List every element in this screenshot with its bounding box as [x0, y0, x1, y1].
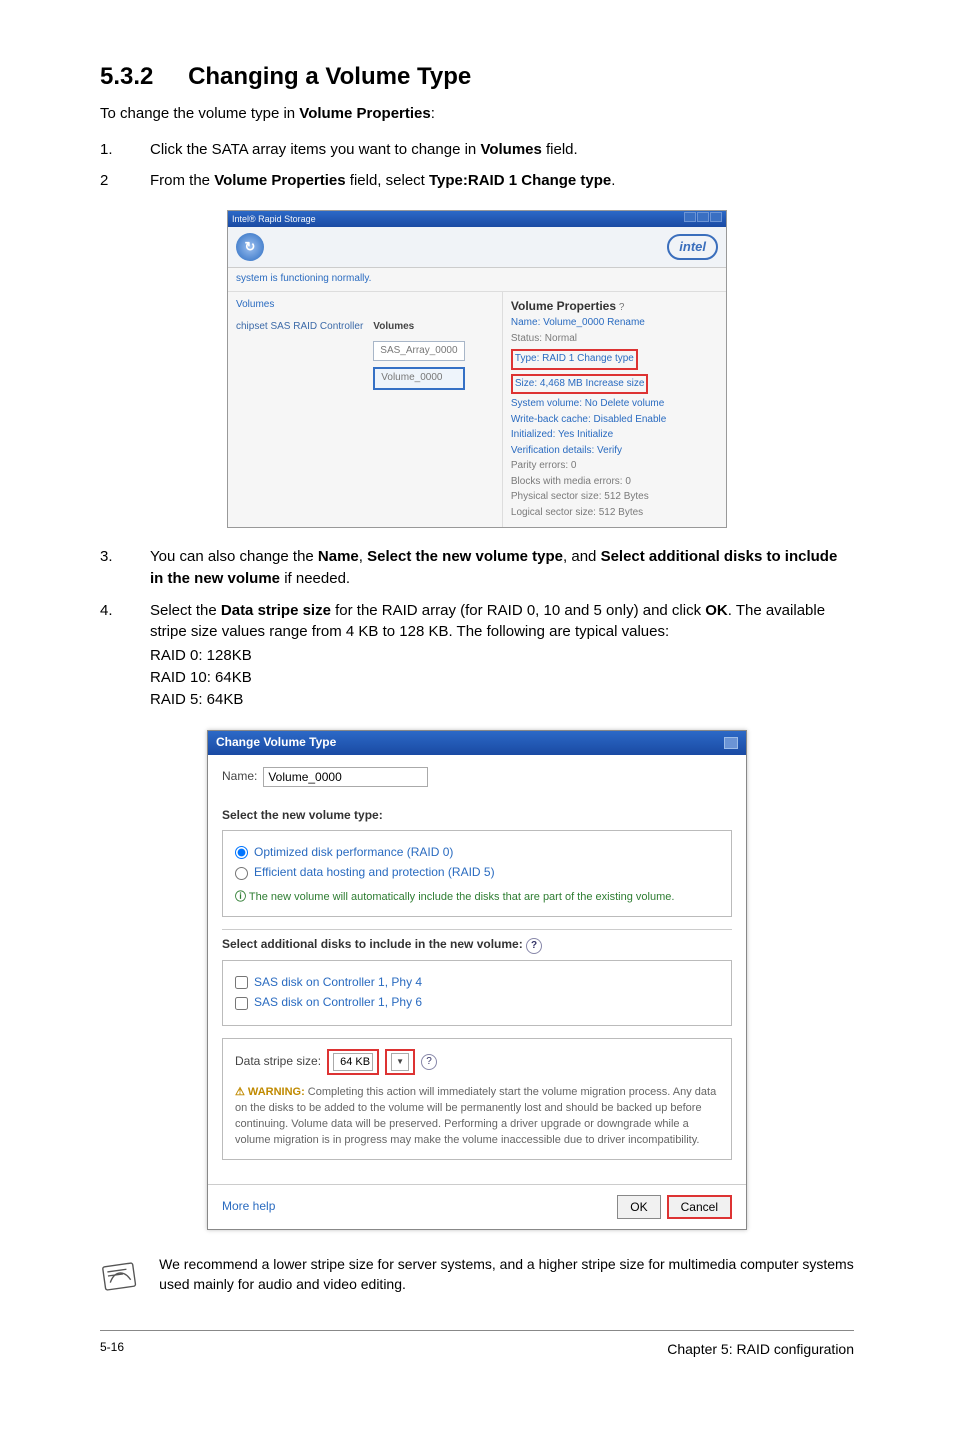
disk2-checkbox[interactable]	[235, 997, 248, 1010]
disk1-label: SAS disk on Controller 1, Phy 4	[254, 974, 422, 991]
controller-label: chipset SAS RAID Controller	[236, 320, 363, 390]
change-volume-type-dialog: Change Volume Type Name: Select the new …	[207, 730, 747, 1229]
more-help-link[interactable]: More help	[222, 1198, 275, 1215]
intro-text: To change the volume type in Volume Prop…	[100, 103, 854, 125]
prop-verification[interactable]: Verification details: Verify	[511, 445, 622, 456]
app-logo-icon: ↻	[236, 233, 264, 261]
chapter-label: Chapter 5: RAID configuration	[667, 1339, 854, 1359]
array-item[interactable]: SAS_Array_0000	[373, 341, 464, 362]
intel-logo: intel	[667, 234, 718, 261]
typical-raid5: RAID 5: 64KB	[150, 689, 854, 711]
typical-raid10: RAID 10: 64KB	[150, 667, 854, 689]
stripe-dropdown-button[interactable]: ▼	[391, 1053, 409, 1071]
info-icon: ⓘ	[235, 891, 246, 903]
stripe-label: Data stripe size:	[235, 1053, 321, 1070]
disk2-label: SAS disk on Controller 1, Phy 6	[254, 994, 422, 1011]
close-icon[interactable]	[724, 737, 738, 749]
disk1-checkbox[interactable]	[235, 976, 248, 989]
volume-item-selected[interactable]: Volume_0000	[373, 367, 464, 390]
prop-blocks: Blocks with media errors: 0	[511, 475, 718, 490]
warning-text: ⚠ WARNING: Completing this action will i…	[235, 1085, 719, 1149]
recommendation-note: We recommend a lower stripe size for ser…	[100, 1254, 854, 1300]
volume-properties-screenshot: Intel® Rapid Storage ↻ intel system is f…	[227, 210, 727, 528]
section-number: 5.3.2	[100, 63, 153, 90]
name-label: Name:	[222, 768, 257, 785]
prop-parity: Parity errors: 0	[511, 459, 718, 474]
help-icon[interactable]: ?	[526, 938, 542, 954]
step-3: 3. You can also change the Name, Select …	[100, 546, 854, 590]
typical-raid0: RAID 0: 128KB	[150, 645, 854, 667]
type-hint: The new volume will automatically includ…	[249, 891, 675, 903]
prop-size[interactable]: Size: 4,468 MB Increase size	[515, 378, 645, 389]
section-title: Changing a Volume Type	[188, 63, 471, 90]
help-icon[interactable]: ?	[619, 302, 625, 313]
stripe-size-input[interactable]	[333, 1053, 373, 1071]
prop-status: Status: Normal	[511, 332, 718, 347]
window-controls[interactable]	[683, 212, 722, 226]
note-text: We recommend a lower stripe size for ser…	[159, 1254, 854, 1295]
page-number: 5-16	[100, 1339, 124, 1359]
cancel-button[interactable]: Cancel	[667, 1195, 732, 1219]
note-icon	[97, 1251, 144, 1302]
raid5-label: Efficient data hosting and protection (R…	[254, 864, 495, 881]
window-title: Intel® Rapid Storage	[232, 213, 316, 226]
raid0-radio[interactable]	[235, 846, 248, 859]
section-heading: 5.3.2 Changing a Volume Type	[100, 60, 854, 95]
prop-logical-sector: Logical sector size: 512 Bytes	[511, 506, 718, 521]
prop-type-change[interactable]: Type: RAID 1 Change type	[515, 353, 634, 364]
volume-properties-title: Volume Properties	[511, 299, 616, 313]
prop-initialized[interactable]: Initialized: Yes Initialize	[511, 429, 613, 440]
dialog-title: Change Volume Type	[216, 734, 336, 751]
prop-system-volume[interactable]: System volume: No Delete volume	[511, 398, 664, 409]
volumes-tree-header: Volumes	[236, 298, 494, 313]
select-disks-header: Select additional disks to include in th…	[222, 929, 732, 960]
step-4: 4. Select the Data stripe size for the R…	[100, 600, 854, 711]
volumes-subhead: Volumes	[373, 320, 464, 335]
page-footer: 5-16 Chapter 5: RAID configuration	[100, 1330, 854, 1359]
ok-button[interactable]: OK	[617, 1195, 660, 1219]
prop-name[interactable]: Name: Volume_0000 Rename	[511, 317, 645, 328]
raid5-radio[interactable]	[235, 867, 248, 880]
prop-writeback[interactable]: Write-back cache: Disabled Enable	[511, 414, 666, 425]
help-icon[interactable]: ?	[421, 1054, 437, 1070]
prop-physical-sector: Physical sector size: 512 Bytes	[511, 490, 718, 505]
step-list-continued: 3. You can also change the Name, Select …	[100, 546, 854, 710]
step-2: 2 From the Volume Properties field, sele…	[100, 170, 854, 192]
step-1: 1. Click the SATA array items you want t…	[100, 139, 854, 161]
status-line: system is functioning normally.	[228, 268, 726, 292]
volume-name-input[interactable]	[263, 767, 428, 787]
step-list: 1. Click the SATA array items you want t…	[100, 139, 854, 193]
select-type-header: Select the new volume type:	[222, 801, 732, 830]
raid0-label: Optimized disk performance (RAID 0)	[254, 844, 453, 861]
